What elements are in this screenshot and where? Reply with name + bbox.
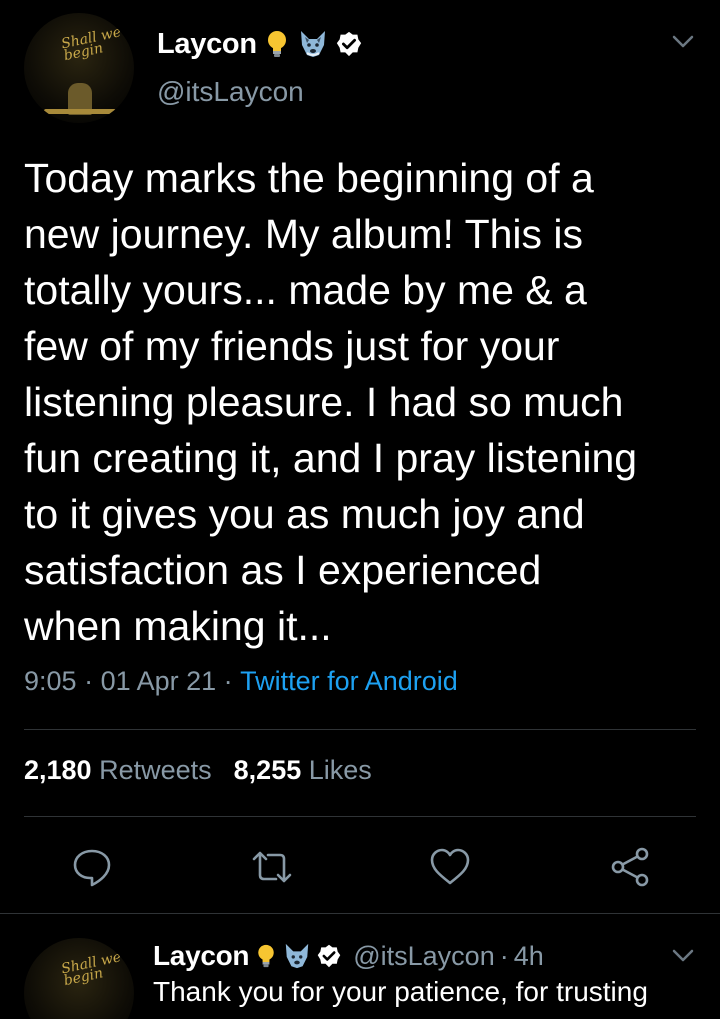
like-icon[interactable] xyxy=(428,845,472,889)
lightbulb-icon xyxy=(258,944,274,968)
reply-text: Thank you for your patience, for trustin… xyxy=(153,976,648,1007)
chevron-down-icon[interactable] xyxy=(668,942,698,968)
verified-badge-icon xyxy=(317,944,341,968)
avatar-script-text: Shall we begin xyxy=(59,949,123,990)
divider xyxy=(24,729,696,730)
retweets-stat[interactable]: 2,180 Retweets xyxy=(24,755,212,786)
lightbulb-icon xyxy=(267,31,286,57)
avatar-table xyxy=(44,109,116,114)
reply-icon[interactable] xyxy=(70,845,114,889)
meta-separator: · xyxy=(76,666,101,696)
chevron-down-icon[interactable] xyxy=(668,28,698,54)
likes-stat[interactable]: 8,255 Likes xyxy=(234,755,372,786)
share-icon[interactable] xyxy=(608,845,652,889)
retweets-label: Retweets xyxy=(99,755,212,785)
tweet-source-link[interactable]: Twitter for Android xyxy=(240,666,458,697)
tweet-detail-screen: Shall we begin Laycon @itsLaycon Today m… xyxy=(0,0,720,1019)
wolf-icon xyxy=(300,31,325,57)
retweets-count: 2,180 xyxy=(24,755,92,785)
reply-author-handle[interactable]: @itsLaycon xyxy=(353,941,494,972)
likes-label: Likes xyxy=(308,755,372,785)
reply-separator: · xyxy=(499,940,509,971)
reply-author-avatar[interactable]: Shall we begin xyxy=(24,938,134,1019)
tweet-time: 9:05 xyxy=(24,666,77,696)
avatar-script-text: Shall we begin xyxy=(59,24,123,65)
likes-count: 8,255 xyxy=(233,755,302,785)
author-name-row[interactable]: Laycon xyxy=(157,24,363,64)
author-avatar[interactable]: Shall we begin xyxy=(24,13,134,123)
author-name[interactable]: Laycon xyxy=(157,28,257,61)
meta-separator: · xyxy=(216,666,241,696)
tweet-meta: 9:05 · 01 Apr 21 · Twitter for Android xyxy=(24,666,458,697)
tweet-text: Today marks the beginning of a new journ… xyxy=(24,155,638,649)
section-divider xyxy=(0,913,720,914)
reply-time: 4h xyxy=(513,940,544,971)
tweet-stats: 2,180 Retweets 8,255 Likes xyxy=(24,755,372,786)
wolf-icon xyxy=(286,943,309,969)
reply-header[interactable]: Laycon @itsLaycon · 4h xyxy=(153,936,544,976)
divider xyxy=(24,816,696,817)
tweet-actions xyxy=(0,845,720,889)
reply-author-name[interactable]: Laycon xyxy=(153,940,250,972)
verified-badge-icon xyxy=(336,31,361,57)
author-handle[interactable]: @itsLaycon xyxy=(157,76,304,108)
retweet-icon[interactable] xyxy=(250,845,294,889)
tweet-date: 01 Apr 21 xyxy=(100,666,217,696)
